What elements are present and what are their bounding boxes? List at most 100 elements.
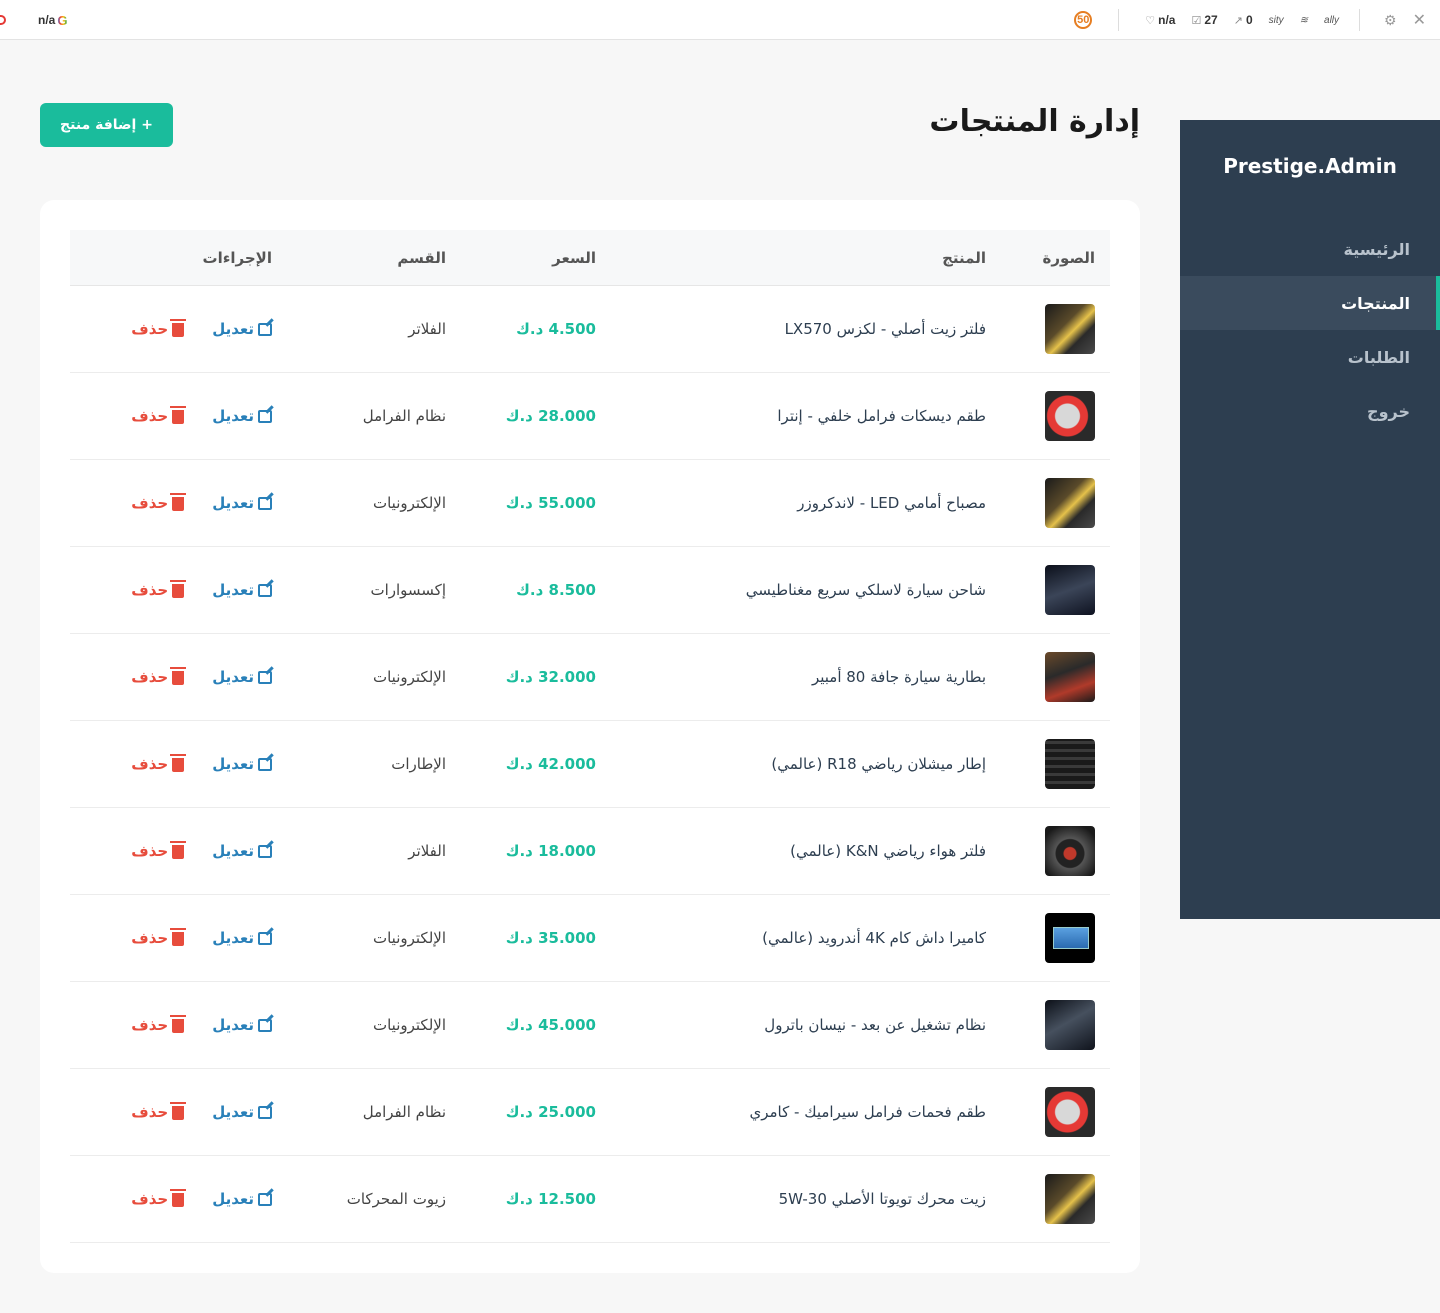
sidebar-item-home[interactable]: الرئيسية	[1180, 222, 1440, 276]
delete-button[interactable]: حذف	[131, 1015, 187, 1034]
product-thumbnail[interactable]	[1045, 913, 1095, 963]
edit-label: تعديل	[212, 494, 254, 512]
google-icon[interactable]: G	[57, 13, 67, 28]
trash-icon	[170, 493, 187, 511]
delete-button[interactable]: حذف	[131, 754, 187, 773]
delete-button[interactable]: حذف	[131, 667, 187, 686]
trash-icon	[170, 667, 187, 685]
product-price: 28.000 د.ك	[505, 407, 596, 425]
product-name: كاميرا داش كام 4K أندرويد (عالمي)	[762, 929, 986, 947]
product-thumbnail[interactable]	[1045, 1087, 1095, 1137]
delete-button[interactable]: حذف	[131, 841, 187, 860]
product-thumbnail[interactable]	[1045, 652, 1095, 702]
status-ring-icon	[0, 15, 6, 25]
product-thumbnail[interactable]	[1045, 1000, 1095, 1050]
product-thumbnail[interactable]	[1045, 739, 1095, 789]
delete-label: حذف	[131, 1016, 169, 1034]
edit-button[interactable]: تعديل	[212, 668, 272, 686]
edit-button[interactable]: تعديل	[212, 1016, 272, 1034]
ally-icon[interactable]: ally	[1324, 15, 1339, 26]
close-icon[interactable]: ✕	[1413, 10, 1426, 30]
product-thumbnail[interactable]	[1045, 565, 1095, 615]
table-row: إطار ميشلان رياضي R18 (عالمي) 42.000 د.ك ا…	[70, 721, 1110, 808]
thumb-cell	[1045, 373, 1095, 459]
trash-icon	[170, 406, 187, 424]
sidebar-item-orders[interactable]: الطلبات	[1180, 330, 1440, 384]
edit-label: تعديل	[212, 1016, 254, 1034]
wave-icon[interactable]: ≋	[1300, 15, 1308, 26]
product-thumbnail[interactable]	[1045, 826, 1095, 876]
products-card: الصورة المنتج السعر القسم الإجراءات فلتر…	[40, 200, 1140, 1273]
delete-label: حذف	[131, 929, 169, 947]
trash-icon	[170, 1102, 187, 1120]
rank-metric[interactable]: ♡ n/a	[1145, 13, 1175, 27]
thumb-cell	[1045, 547, 1095, 633]
edit-label: تعديل	[212, 1190, 254, 1208]
row-actions: تعديل حذف	[131, 808, 272, 894]
edit-button[interactable]: تعديل	[212, 1190, 272, 1208]
delete-label: حذف	[131, 1103, 169, 1121]
product-category: الإطارات	[391, 755, 446, 773]
edit-label: تعديل	[212, 581, 254, 599]
edit-icon	[258, 1192, 272, 1206]
table-row: نظام تشغيل عن بعد - نيسان باترول 45.000 د…	[70, 982, 1110, 1069]
edit-label: تعديل	[212, 320, 254, 338]
product-thumbnail[interactable]	[1045, 304, 1095, 354]
table-row: شاحن سيارة لاسلكي سريع مغناطيسي 8.500 د.ك…	[70, 547, 1110, 634]
row-actions: تعديل حذف	[131, 1156, 272, 1242]
edit-button[interactable]: تعديل	[212, 842, 272, 860]
product-name: بطارية سيارة جافة 80 أمبير	[811, 668, 986, 686]
delete-button[interactable]: حذف	[131, 319, 187, 338]
product-thumbnail[interactable]	[1045, 1174, 1095, 1224]
delete-button[interactable]: حذف	[131, 580, 187, 599]
rank-value: n/a	[1158, 13, 1176, 27]
row-actions: تعديل حذف	[131, 982, 272, 1068]
thumb-cell	[1045, 1069, 1095, 1155]
brand-logo[interactable]: Prestige.Admin	[1180, 154, 1440, 178]
sidebar-item-products[interactable]: المنتجات	[1180, 276, 1440, 330]
product-category: الإلكترونيات	[372, 929, 446, 947]
delete-button[interactable]: حذف	[131, 493, 187, 512]
delete-button[interactable]: حذف	[131, 406, 187, 425]
sity-icon[interactable]: sity	[1269, 15, 1284, 26]
edit-button[interactable]: تعديل	[212, 320, 272, 338]
product-thumbnail[interactable]	[1045, 478, 1095, 528]
product-category: إكسسوارات	[370, 581, 446, 599]
product-name: فلتر هواء رياضي K&N (عالمي)	[790, 842, 986, 860]
links-metric[interactable]: ↗ 0	[1234, 13, 1253, 27]
pages-metric[interactable]: ☑ 27	[1191, 13, 1217, 27]
delete-label: حذف	[131, 320, 169, 338]
product-name: طقم ديسكات فرامل خلفي - إنترا	[777, 407, 986, 425]
edit-label: تعديل	[212, 929, 254, 947]
sidebar-nav: الرئيسية المنتجات الطلبات خروج	[1180, 222, 1440, 438]
edit-label: تعديل	[212, 755, 254, 773]
edit-label: تعديل	[212, 407, 254, 425]
table-row: فلتر هواء رياضي K&N (عالمي) 18.000 د.ك الف…	[70, 808, 1110, 895]
page-title: إدارة المنتجات	[929, 104, 1140, 139]
edit-button[interactable]: تعديل	[212, 581, 272, 599]
edit-icon	[258, 496, 272, 510]
delete-button[interactable]: حذف	[131, 928, 187, 947]
add-product-button[interactable]: + إضافة منتج	[40, 103, 173, 147]
edit-label: تعديل	[212, 668, 254, 686]
edit-button[interactable]: تعديل	[212, 929, 272, 947]
product-price: 55.000 د.ك	[505, 494, 596, 512]
seo-badge-icon[interactable]: 50	[1074, 11, 1093, 29]
edit-icon	[258, 757, 272, 771]
product-name: نظام تشغيل عن بعد - نيسان باترول	[764, 1016, 986, 1034]
edit-button[interactable]: تعديل	[212, 407, 272, 425]
row-actions: تعديل حذف	[131, 373, 272, 459]
edit-button[interactable]: تعديل	[212, 494, 272, 512]
gear-icon[interactable]: ⚙	[1384, 12, 1397, 29]
product-price: 4.500 د.ك	[516, 320, 596, 338]
edit-button[interactable]: تعديل	[212, 1103, 272, 1121]
sidebar-item-logout[interactable]: خروج	[1180, 384, 1440, 438]
delete-button[interactable]: حذف	[131, 1102, 187, 1121]
product-thumbnail[interactable]	[1045, 391, 1095, 441]
delete-label: حذف	[131, 581, 169, 599]
product-category: الإلكترونيات	[372, 494, 446, 512]
edit-label: تعديل	[212, 1103, 254, 1121]
column-product: المنتج	[942, 248, 986, 267]
edit-button[interactable]: تعديل	[212, 755, 272, 773]
delete-button[interactable]: حذف	[131, 1189, 187, 1208]
